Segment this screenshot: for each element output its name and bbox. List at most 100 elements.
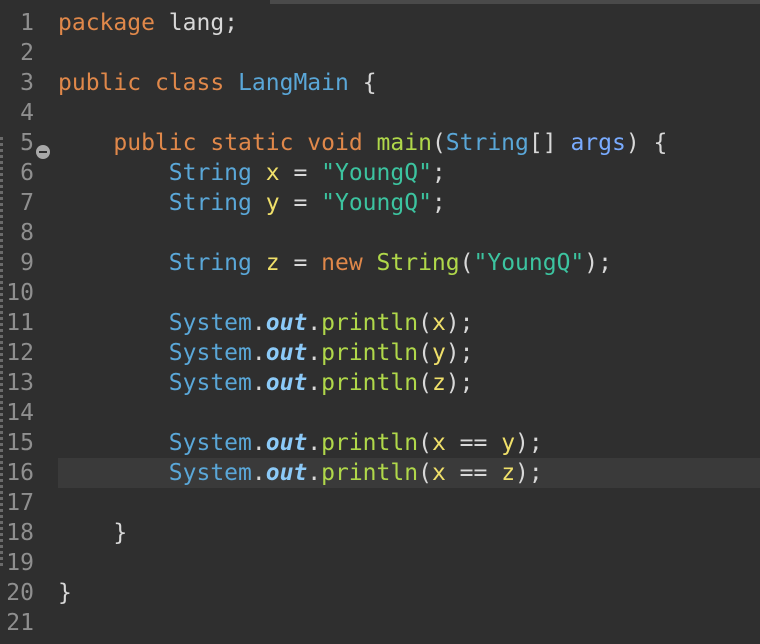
line-number: 9 (20, 250, 34, 276)
code-token: out (265, 370, 308, 396)
code-line[interactable] (58, 218, 760, 248)
code-token: out (265, 340, 308, 366)
code-token: y (501, 430, 516, 456)
code-token: . (307, 460, 322, 486)
code-token: = (279, 160, 322, 186)
code-token: String (445, 130, 529, 156)
code-token: ; (431, 160, 446, 186)
code-token: public (113, 130, 197, 156)
code-token: } (58, 580, 72, 606)
code-line[interactable] (58, 398, 760, 428)
code-token: "YoungQ" (473, 250, 585, 276)
code-token: System (168, 370, 252, 396)
code-token: = (279, 250, 322, 276)
code-token: ) { (625, 130, 668, 156)
code-token: "YoungQ" (321, 160, 432, 186)
code-line[interactable]: } (58, 518, 760, 548)
code-line[interactable] (58, 608, 760, 638)
current-code-line[interactable]: System.out.println(x == z); (58, 458, 760, 488)
code-token: println (321, 310, 419, 336)
code-token: String (376, 250, 460, 276)
editor-top-border (270, 0, 760, 4)
line-number: 13 (6, 370, 34, 396)
code-token: void (307, 130, 363, 156)
line-number: 3 (20, 70, 34, 96)
line-number: 20 (6, 580, 34, 606)
code-token: println (321, 370, 419, 396)
code-line[interactable]: System.out.println(x); (58, 308, 760, 338)
line-number: 10 (6, 280, 34, 306)
code-line[interactable]: } (58, 578, 760, 608)
code-line[interactable]: System.out.println(x == y); (58, 428, 760, 458)
line-number: 17 (6, 490, 34, 516)
code-token: ( (418, 370, 432, 396)
code-token: println (321, 460, 419, 486)
code-token: z (265, 250, 280, 276)
code-token: ; (431, 190, 446, 216)
code-token: x (431, 460, 446, 486)
code-token: = (279, 190, 322, 216)
code-token: x (431, 430, 446, 456)
code-token: args (570, 130, 626, 156)
code-line[interactable]: System.out.println(z); (58, 368, 760, 398)
code-token: ); (445, 310, 474, 336)
code-token: new (321, 250, 363, 276)
code-token: String (168, 250, 252, 276)
code-token: class (154, 70, 225, 96)
code-line[interactable]: public class LangMain { (58, 68, 760, 98)
code-token: . (251, 370, 266, 396)
line-number-gutter: 1 2 3 4 5 6 7 8 9 10 11 12 13 14 15 16 17 18 19 20 21 (0, 8, 56, 644)
code-token: ); (515, 430, 543, 456)
code-editor[interactable]: 1 2 3 4 5 6 7 8 9 10 11 12 13 14 15 16 17 18 19 20 21 packag… (0, 0, 760, 644)
collapse-minus-icon[interactable] (36, 145, 50, 159)
line-number: 21 (6, 610, 34, 636)
line-number: 7 (20, 190, 34, 216)
code-token: [] (528, 130, 571, 156)
code-token: ( (418, 340, 432, 366)
code-token: "YoungQ" (321, 190, 432, 216)
code-token: System (168, 430, 252, 456)
code-token: . (307, 370, 322, 396)
code-line[interactable]: public static void main(String[] args) { (58, 128, 760, 158)
code-token: println (321, 340, 419, 366)
line-number: 8 (20, 220, 34, 246)
code-line[interactable] (58, 98, 760, 128)
code-line[interactable] (58, 278, 760, 308)
code-token: System (168, 460, 252, 486)
code-token: ); (445, 340, 474, 366)
code-token: out (265, 310, 308, 336)
code-token: ( (418, 460, 432, 486)
code-token: String (168, 190, 252, 216)
code-line[interactable]: package lang; (58, 8, 760, 38)
code-token: y (265, 190, 280, 216)
code-token: x (431, 310, 446, 336)
code-token: . (307, 310, 322, 336)
code-token: LangMain (238, 70, 349, 96)
code-line[interactable] (58, 488, 760, 518)
line-number: 16 (6, 460, 34, 486)
code-token: . (251, 460, 266, 486)
code-area[interactable]: package lang; public class LangMain { pub… (58, 8, 760, 644)
code-line[interactable]: System.out.println(y); (58, 338, 760, 368)
code-line[interactable]: String y = "YoungQ"; (58, 188, 760, 218)
code-line[interactable]: String z = new String("YoungQ"); (58, 248, 760, 278)
code-token: z (431, 370, 446, 396)
code-token: package (58, 10, 155, 36)
code-token: y (431, 340, 446, 366)
code-line[interactable]: String x = "YoungQ"; (58, 158, 760, 188)
code-line[interactable] (58, 548, 760, 578)
code-token: public (58, 70, 142, 96)
code-line[interactable] (58, 38, 760, 68)
line-number: 6 (20, 160, 34, 186)
code-token: z (501, 460, 516, 486)
